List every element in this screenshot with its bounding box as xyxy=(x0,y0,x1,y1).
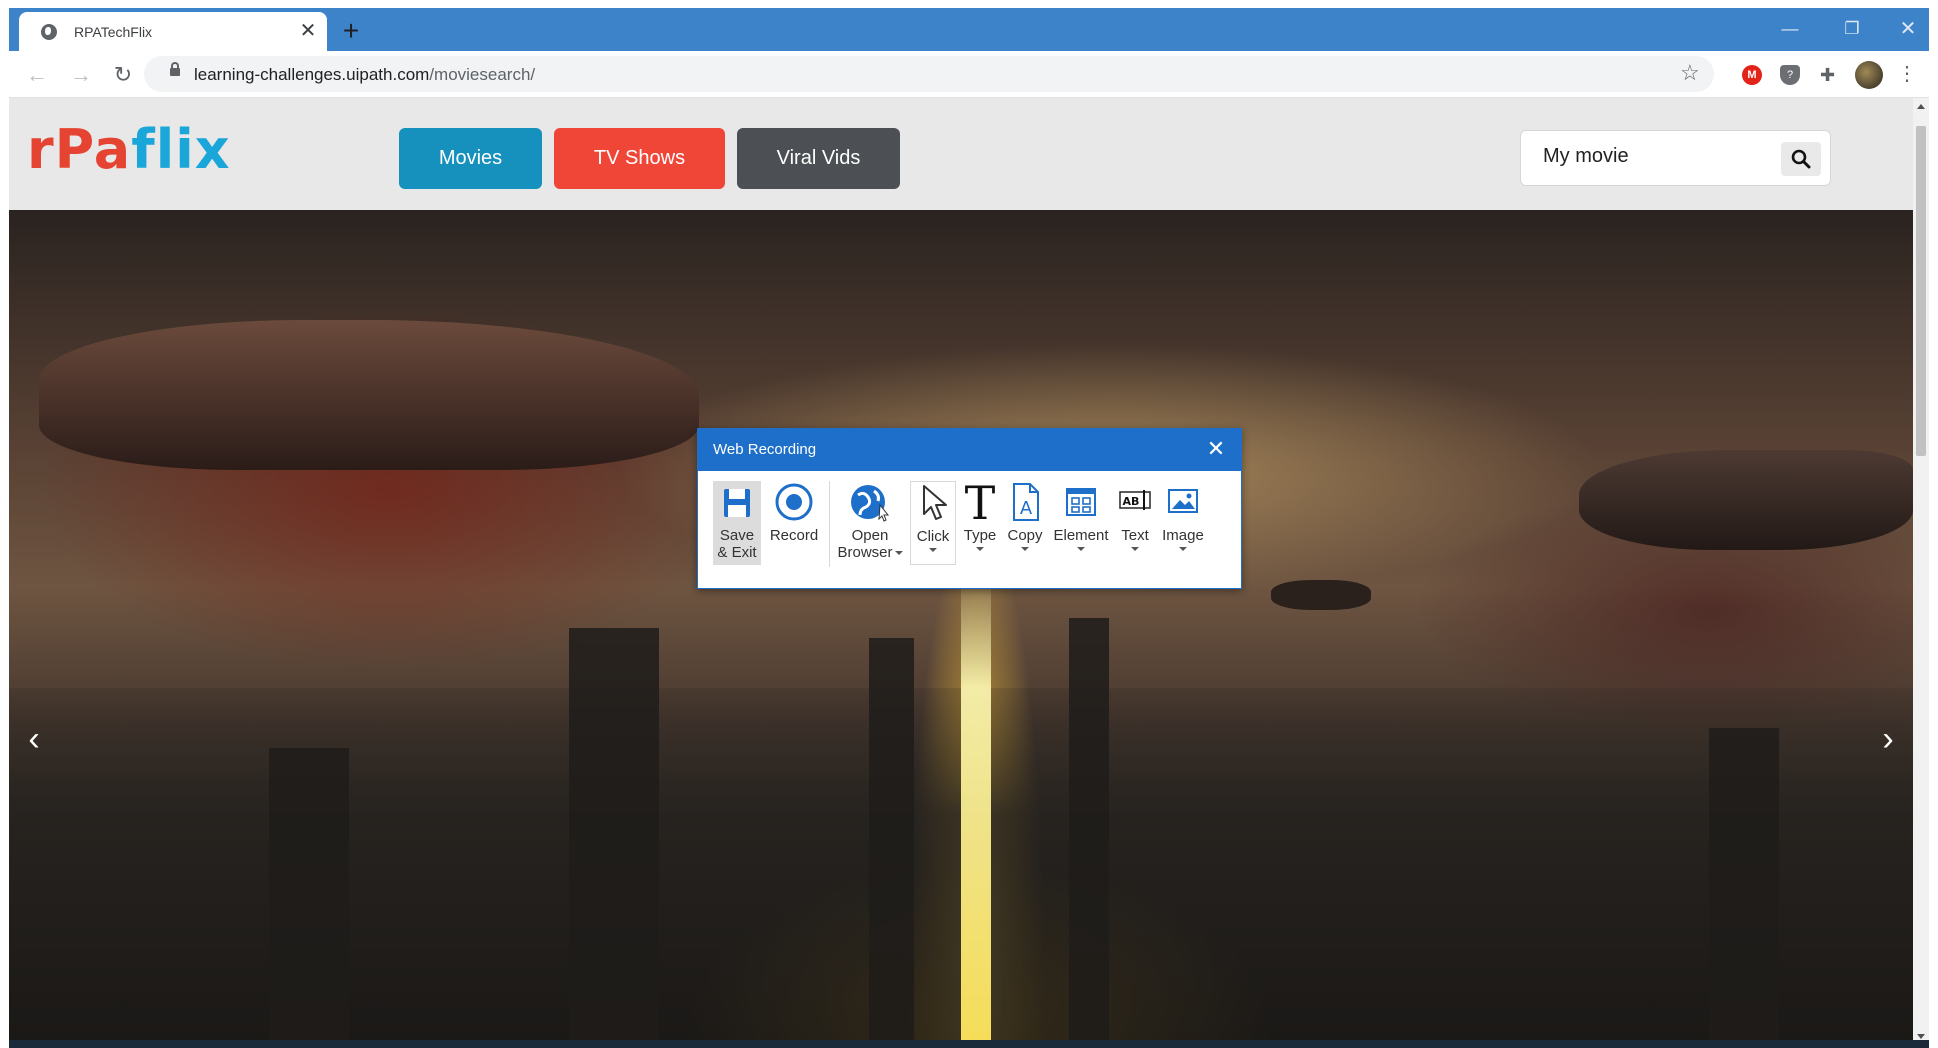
building xyxy=(1069,618,1109,1048)
svg-text:T: T xyxy=(965,481,996,523)
spaceship-left xyxy=(39,320,699,470)
record-icon xyxy=(775,483,813,521)
open-label-line2: Browser xyxy=(837,544,893,561)
building xyxy=(269,748,349,1048)
url-text[interactable]: learning-challenges.uipath.com/moviesear… xyxy=(194,65,535,85)
url-path: /moviesearch/ xyxy=(429,65,536,84)
hero-carousel-image: ‹ › xyxy=(9,210,1913,1048)
click-label: Click xyxy=(916,528,950,545)
dropdown-caret-icon xyxy=(1077,547,1085,551)
record-button[interactable]: Record xyxy=(766,481,822,565)
taskbar-edge xyxy=(9,1040,1929,1048)
extension-m-icon[interactable]: M xyxy=(1742,65,1762,85)
building xyxy=(569,628,659,1048)
image-label: Image xyxy=(1162,527,1204,544)
carousel-next-arrow-icon[interactable]: › xyxy=(1873,720,1903,759)
maximize-button[interactable]: ❐ xyxy=(1829,16,1875,42)
lock-icon[interactable] xyxy=(170,62,180,76)
ui-element-icon xyxy=(1066,488,1096,516)
back-arrow-icon[interactable]: ← xyxy=(23,61,51,89)
save-exit-button[interactable]: Save & Exit xyxy=(713,481,761,565)
building xyxy=(1709,728,1779,1048)
light-beam xyxy=(961,570,991,1048)
globe-cursor-icon xyxy=(851,485,890,522)
dropdown-caret-icon xyxy=(929,548,937,552)
dialog-titlebar[interactable]: Web Recording ✕ xyxy=(698,429,1241,471)
cursor-arrow-icon xyxy=(923,485,947,520)
building xyxy=(869,638,914,1048)
extensions-puzzle-icon[interactable]: ✚ xyxy=(1820,65,1840,85)
dropdown-caret-icon xyxy=(894,551,903,556)
tab-strip: RPATechFlix ✕ + — ❐ ✕ xyxy=(9,8,1929,51)
minimize-button[interactable]: — xyxy=(1767,16,1813,42)
dropdown-caret-icon xyxy=(976,547,984,551)
dropdown-caret-icon xyxy=(1131,547,1139,551)
dialog-close-icon[interactable]: ✕ xyxy=(1203,437,1229,461)
text-selection-icon: AB xyxy=(1119,490,1151,510)
dialog-title: Web Recording xyxy=(713,441,817,458)
floppy-disk-icon xyxy=(724,489,750,517)
element-button[interactable]: Element xyxy=(1050,481,1112,565)
spaceship-right xyxy=(1579,450,1913,550)
scroll-thumb[interactable] xyxy=(1916,126,1926,456)
copy-label: Copy xyxy=(1007,527,1043,544)
web-recording-dialog: Web Recording ✕ Save & Exit Record Open … xyxy=(697,428,1242,589)
browser-toolbar: ← → ↻ learning-challenges.uipath.com/mov… xyxy=(9,51,1929,98)
bookmark-star-icon[interactable]: ☆ xyxy=(1680,60,1700,86)
globe-icon xyxy=(41,24,57,40)
scroll-down-icon[interactable] xyxy=(1917,1034,1925,1039)
image-button[interactable]: Image xyxy=(1158,481,1208,565)
address-bar[interactable]: learning-challenges.uipath.com/moviesear… xyxy=(144,56,1714,92)
movies-button[interactable]: Movies xyxy=(399,128,542,189)
search-input[interactable]: My movie xyxy=(1543,145,1629,168)
dropdown-caret-icon xyxy=(1179,547,1187,551)
open-label-line1: Open xyxy=(851,527,889,544)
type-label: Type xyxy=(963,527,997,544)
search-icon xyxy=(1791,149,1811,169)
open-browser-button[interactable]: Open Browser xyxy=(835,481,905,565)
tab-close-icon[interactable]: ✕ xyxy=(297,20,319,42)
save-label-line1: Save xyxy=(719,527,755,544)
save-label-line2: & Exit xyxy=(717,544,757,561)
extension-shield-icon[interactable]: ? xyxy=(1780,65,1800,85)
reload-icon[interactable]: ↻ xyxy=(109,61,137,89)
logo-text-part1: rPa xyxy=(27,118,132,181)
search-box: My movie xyxy=(1520,130,1831,186)
text-button[interactable]: AB Text xyxy=(1116,481,1154,565)
kebab-menu-icon[interactable]: ⋮ xyxy=(1897,61,1917,86)
tv-shows-button[interactable]: TV Shows xyxy=(554,128,725,189)
site-header: rPaflix Movies TV Shows Viral Vids My mo… xyxy=(9,98,1913,210)
logo-text-part2: flix xyxy=(131,118,231,181)
viral-vids-button[interactable]: Viral Vids xyxy=(737,128,900,189)
document-a-icon: A xyxy=(1013,483,1039,521)
toolbar-divider xyxy=(829,481,830,567)
copy-button[interactable]: A Copy xyxy=(1004,481,1046,565)
element-label: Element xyxy=(1053,527,1109,544)
svg-text:A: A xyxy=(1020,498,1033,519)
spaceship-small xyxy=(1271,580,1371,610)
record-label: Record xyxy=(769,527,819,544)
browser-tab[interactable]: RPATechFlix ✕ xyxy=(19,12,327,51)
profile-avatar[interactable] xyxy=(1855,61,1883,89)
search-button[interactable] xyxy=(1781,142,1821,176)
close-window-button[interactable]: ✕ xyxy=(1885,16,1931,42)
dropdown-caret-icon xyxy=(1021,547,1029,551)
browser-window: RPATechFlix ✕ + — ❐ ✕ ← → ↻ learning-cha… xyxy=(9,8,1929,1048)
svg-text:AB: AB xyxy=(1123,495,1140,508)
page-scrollbar[interactable] xyxy=(1913,98,1929,1048)
tab-title: RPATechFlix xyxy=(74,24,153,40)
carousel-prev-arrow-icon[interactable]: ‹ xyxy=(19,720,49,759)
text-t-icon: T xyxy=(965,481,996,523)
scroll-up-icon[interactable] xyxy=(1917,104,1925,109)
rpaflix-logo[interactable]: rPaflix xyxy=(27,118,231,181)
type-button[interactable]: T Type xyxy=(960,481,1000,565)
new-tab-button[interactable]: + xyxy=(336,17,366,47)
text-label: Text xyxy=(1121,527,1149,544)
forward-arrow-icon[interactable]: → xyxy=(67,61,95,89)
click-button[interactable]: Click xyxy=(910,481,956,565)
url-host: learning-challenges.uipath.com xyxy=(194,65,430,84)
image-icon xyxy=(1168,489,1198,513)
